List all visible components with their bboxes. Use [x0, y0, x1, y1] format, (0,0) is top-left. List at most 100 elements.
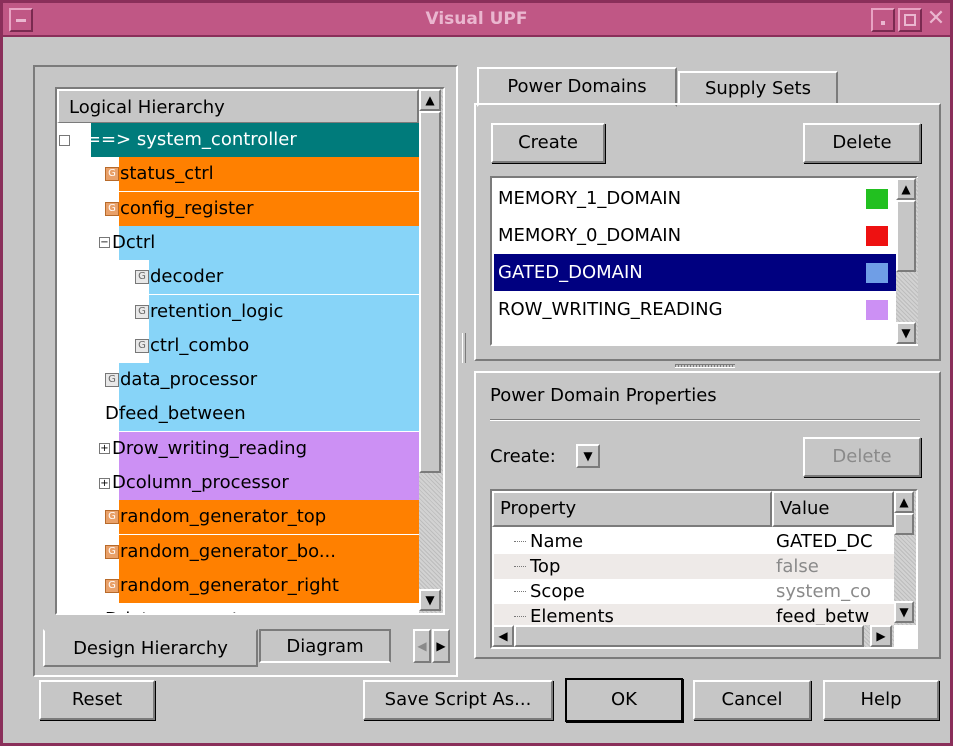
ok-button[interactable]: OK — [565, 678, 683, 722]
horizontal-splitter[interactable] — [675, 364, 735, 368]
tab-scroll-right-button[interactable]: ▶ — [432, 629, 450, 663]
tree-item[interactable]: Grandom_generator_bo... — [57, 534, 419, 569]
domain-name: MEMORY_1_DOMAIN — [498, 188, 682, 209]
domain-color-swatch — [866, 263, 888, 283]
domain-item[interactable]: GATED_DOMAIN — [494, 254, 898, 291]
domain-name: GATED_DOMAIN — [498, 262, 643, 283]
property-row[interactable]: Scope system_co — [494, 579, 894, 604]
create-dropdown-button[interactable]: ▼ — [576, 444, 600, 468]
property-row[interactable]: Top false — [494, 554, 894, 579]
close-button[interactable]: ✕ — [924, 8, 948, 32]
domain-item[interactable]: MEMORY_1_DOMAIN — [494, 180, 898, 217]
property-value: false — [776, 556, 819, 577]
scroll-down-button[interactable]: ▼ — [419, 589, 441, 611]
visual-upf-window: Visual UPF ✕ Logical Hierarchy − D==> sys… — [0, 0, 953, 746]
create-domain-button[interactable]: Create — [491, 123, 605, 163]
scroll-up-button[interactable]: ▲ — [419, 89, 441, 111]
properties-vertical-scrollbar[interactable]: ▲ ▼ — [894, 491, 916, 625]
tree-item-label: decoder — [150, 266, 224, 288]
delete-domain-button[interactable]: Delete — [803, 123, 921, 163]
domain-icon: D — [105, 403, 119, 425]
tree-item[interactable]: Gctrl_combo — [57, 328, 419, 363]
tree-item[interactable]: Grandom_generator_top — [57, 500, 419, 535]
domain-color-swatch — [866, 226, 888, 246]
property-name: Top — [530, 556, 561, 577]
tree-item[interactable]: Gretention_logic — [57, 294, 419, 329]
property-column-header[interactable]: Property — [492, 491, 772, 527]
window-title: Visual UPF — [425, 9, 528, 29]
reset-button[interactable]: Reset — [39, 680, 155, 720]
props-scroll-left-button[interactable]: ◀ — [492, 625, 514, 647]
tree-item[interactable]: + Drow_writing_reading — [57, 431, 419, 466]
tab-power-domains[interactable]: Power Domains — [477, 67, 677, 107]
props-scroll-down-button[interactable]: ▼ — [894, 601, 914, 623]
domain-scroll-down-button[interactable]: ▼ — [896, 322, 916, 344]
domain-scroll-thumb[interactable] — [896, 200, 916, 272]
domain-list-scrollbar[interactable]: ▲ ▼ — [896, 178, 918, 344]
tree-line — [514, 591, 526, 592]
props-scroll-right-button[interactable]: ▶ — [870, 625, 892, 647]
domain-color-swatch — [866, 300, 888, 320]
tab-scroll-left-button[interactable]: ◀ — [413, 629, 431, 663]
tab-design-hierarchy[interactable]: Design Hierarchy — [43, 629, 258, 667]
properties-table[interactable]: Property Value Name GATED_DC Top false Scope… — [490, 489, 918, 649]
title-bar[interactable]: Visual UPF ✕ — [3, 3, 950, 37]
scroll-thumb[interactable] — [419, 111, 441, 473]
collapse-icon[interactable]: − — [59, 134, 70, 146]
tree-item[interactable]: − D==> system_controller — [57, 123, 419, 157]
collapse-icon[interactable]: − — [99, 237, 110, 249]
property-value: GATED_DC — [776, 531, 873, 552]
maximize-icon — [904, 14, 916, 26]
arrow-down-icon: ▼ — [425, 593, 435, 607]
gate-icon: G — [105, 167, 119, 182]
properties-create-label: Create: — [490, 446, 556, 467]
gate-icon: G — [105, 578, 119, 593]
value-column-header[interactable]: Value — [772, 491, 894, 527]
power-domain-list[interactable]: MEMORY_1_DOMAIN MEMORY_0_DOMAIN GATED_DOMA… — [490, 176, 918, 346]
expand-icon[interactable]: + — [99, 477, 110, 489]
tree-item-label: column_processor — [125, 472, 289, 493]
arrow-up-icon: ▲ — [425, 93, 435, 107]
maximize-button[interactable] — [898, 8, 922, 32]
tree-item[interactable]: + Dcolumn_processor — [57, 466, 419, 500]
vertical-splitter[interactable] — [462, 333, 466, 363]
properties-horizontal-scrollbar[interactable]: ◀ ▶ — [492, 625, 894, 647]
props-scroll-thumb[interactable] — [894, 513, 914, 535]
props-hscroll-thumb[interactable] — [514, 625, 864, 647]
tree-item[interactable]: Grandom_generator_right — [57, 568, 419, 603]
property-name: Scope — [530, 581, 585, 602]
save-script-as-button[interactable]: Save Script As... — [363, 680, 553, 720]
tree-item[interactable]: Gstatus_ctrl — [57, 157, 419, 192]
logical-hierarchy-tree[interactable]: Logical Hierarchy − D==> system_controlle… — [55, 87, 445, 615]
domain-scroll-up-button[interactable]: ▲ — [896, 178, 916, 200]
domain-item[interactable]: ROW_WRITING_READING — [494, 291, 898, 328]
tree-item-label: retention_logic — [150, 300, 284, 322]
tree-item-label: ==> system_controller — [85, 129, 297, 150]
domain-item[interactable]: MEMORY_0_DOMAIN — [494, 217, 898, 254]
tree-item[interactable]: Dfeed_between — [57, 397, 419, 432]
props-scroll-up-button[interactable]: ▲ — [894, 491, 914, 513]
tree-line — [514, 616, 526, 617]
tree-item[interactable]: Gconfig_register — [57, 191, 419, 226]
tree-item-label: status_ctrl — [120, 163, 214, 185]
tree-vertical-scrollbar[interactable]: ▲ ▼ — [419, 89, 443, 613]
tree-item[interactable]: − Dctrl — [57, 225, 419, 260]
tree-header[interactable]: Logical Hierarchy — [57, 89, 419, 123]
tree-item-label: random_generator_top — [120, 506, 327, 528]
properties-delete-button[interactable]: Delete — [803, 437, 921, 477]
property-value: system_co — [776, 581, 871, 602]
property-row[interactable]: Name GATED_DC — [494, 529, 894, 554]
tree-item[interactable]: Gdecoder — [57, 260, 419, 295]
tab-supply-sets[interactable]: Supply Sets — [678, 71, 838, 105]
tree-item[interactable]: Ddata_generator — [57, 603, 419, 613]
gate-icon: G — [105, 373, 119, 388]
tree-item[interactable]: Gdata_processor — [57, 363, 419, 398]
cancel-button[interactable]: Cancel — [693, 680, 811, 720]
help-button[interactable]: Help — [823, 680, 939, 720]
arrow-up-icon: ▲ — [899, 495, 909, 509]
tree-item-label: data_processor — [120, 369, 258, 391]
minimize-button[interactable] — [871, 8, 895, 32]
tab-diagram[interactable]: Diagram — [259, 629, 391, 663]
expand-icon[interactable]: + — [99, 443, 110, 455]
properties-divider — [490, 419, 920, 421]
